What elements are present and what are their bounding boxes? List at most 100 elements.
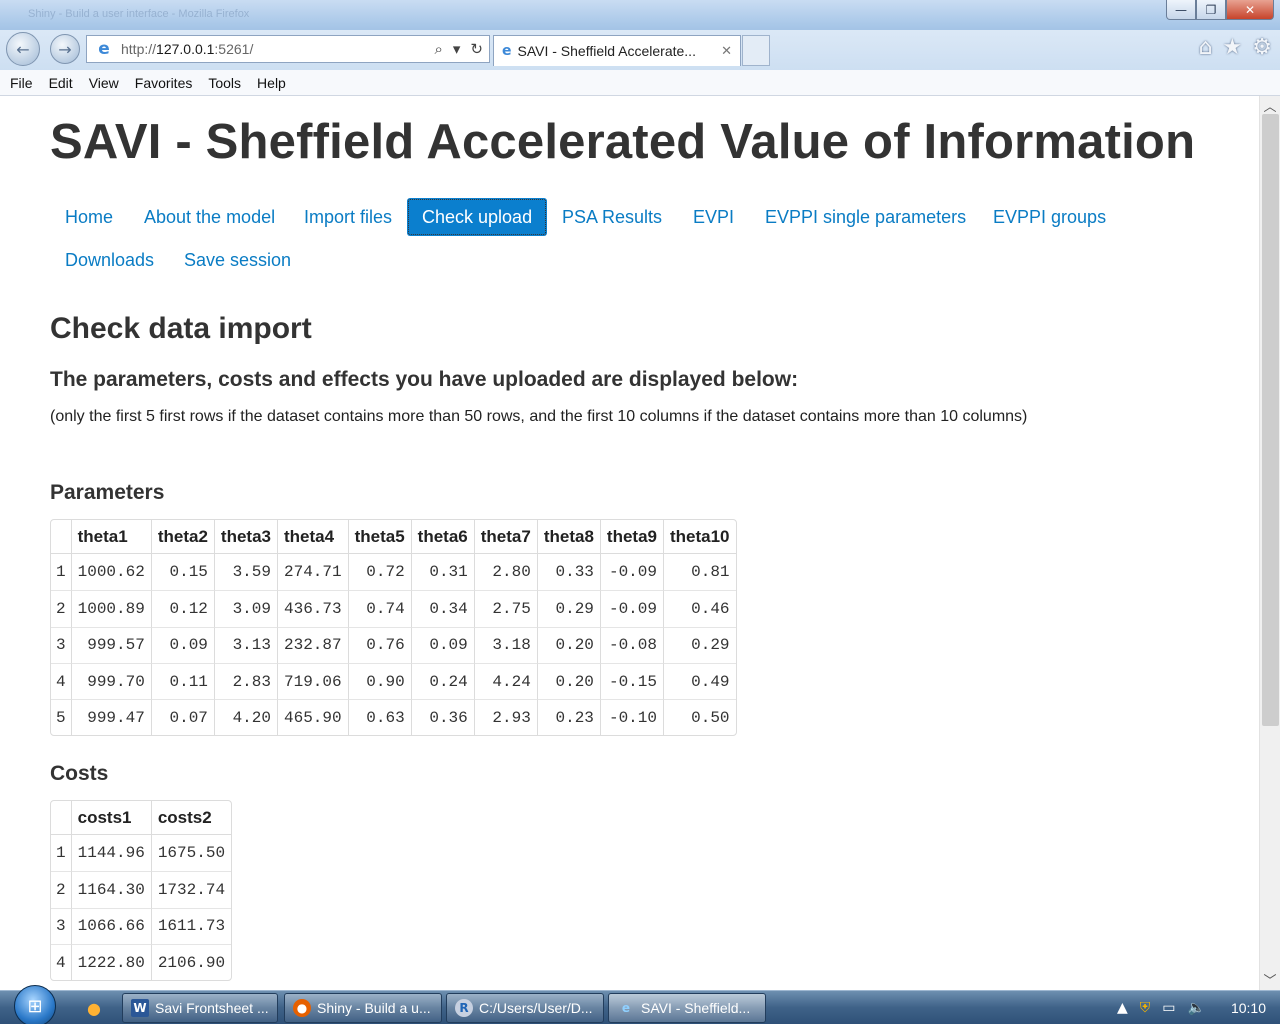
tab-save-session[interactable]: Save session	[169, 241, 306, 279]
row-index-cell: 1	[56, 844, 66, 863]
costs-column-header	[51, 801, 71, 835]
vertical-scrollbar[interactable]: ︿ ﹀	[1259, 96, 1280, 990]
table-cell: 1000.62	[70, 554, 151, 591]
show-hidden-icons-icon[interactable]: ▲	[1117, 1000, 1128, 1016]
table-cell: 1000.89	[70, 590, 151, 627]
start-button[interactable]: ⊞	[14, 985, 56, 1024]
tab-psa-results[interactable]: PSA Results	[547, 198, 677, 236]
table-row: 1 1000.62 0.15 3.59 274.71 0.72 0.31 2.80 0.33 -0…	[51, 554, 736, 591]
parameters-column-header	[51, 520, 71, 554]
table-cell: 465.90	[276, 699, 348, 736]
costs-title: Costs	[50, 762, 109, 785]
address-bar[interactable]: e http://127.0.0.1:5261/ ⌕ ▾ ↻	[86, 35, 490, 63]
close-window-button[interactable]: ✕	[1226, 0, 1274, 20]
clock[interactable]: 10:10	[1231, 1000, 1266, 1016]
row-index-cell: 4	[51, 943, 71, 980]
table-cell: -0.15	[599, 662, 663, 700]
forward-button[interactable]: →	[50, 34, 80, 64]
restore-button[interactable]: ❐	[1196, 0, 1226, 20]
tab-close-icon[interactable]: ✕	[721, 44, 732, 59]
taskbar-item-firefox[interactable]: ● Shiny - Build a u...	[284, 993, 442, 1023]
scroll-down-icon[interactable]: ﹀	[1260, 970, 1280, 990]
section-title: Check data import	[50, 312, 312, 345]
table-cell: 0.72	[347, 554, 411, 591]
taskbar-item-ie[interactable]: e SAVI - Sheffield...	[608, 993, 766, 1023]
url-text[interactable]: http://127.0.0.1:5261/	[121, 41, 253, 57]
table-cell: 0.24	[410, 662, 474, 700]
table-cell: 0.33	[536, 554, 600, 591]
dropdown-arrow-icon[interactable]: ▾	[453, 40, 461, 58]
scroll-up-icon[interactable]: ︿	[1260, 96, 1280, 116]
volume-icon[interactable]: 🔈	[1188, 1000, 1205, 1016]
menu-favorites[interactable]: Favorites	[135, 75, 193, 91]
taskbar-item-r[interactable]: R C:/Users/User/D...	[446, 993, 604, 1023]
tab-evpi[interactable]: EVPI	[678, 198, 749, 236]
security-shield-icon[interactable]: ⛨	[1140, 1000, 1151, 1016]
menu-file[interactable]: File	[10, 75, 33, 91]
table-cell: 4.20	[213, 699, 277, 736]
costs-column-header: costs2	[150, 801, 232, 835]
refresh-icon[interactable]: ↻	[470, 40, 483, 58]
table-cell: 1222.80	[70, 943, 151, 981]
table-cell: 1611.73	[150, 907, 232, 944]
back-button[interactable]: ←	[6, 32, 40, 66]
firefox-pinned-icon[interactable]: ●	[74, 994, 114, 1022]
menu-help[interactable]: Help	[257, 75, 286, 91]
browser-tab-active[interactable]: e SAVI - Sheffield Accelerate... ✕	[493, 35, 741, 66]
table-cell: 0.34	[410, 590, 474, 627]
section-note: (only the first 5 first rows if the data…	[50, 408, 1028, 425]
tab-downloads[interactable]: Downloads	[50, 241, 169, 279]
row-index-cell: 3	[51, 626, 71, 663]
ie-tab-icon: e	[502, 43, 512, 59]
windows-logo-icon: ⊞	[27, 995, 43, 1017]
table-cell: -0.09	[599, 590, 663, 627]
parameters-column-header: theta9	[599, 520, 663, 554]
table-cell: 3.13	[213, 626, 277, 663]
windows-taskbar: ⊞ ● W Savi Frontsheet ... ● Shiny - Buil…	[0, 985, 1280, 1024]
table-row: 1 1144.96 1675.50	[51, 835, 231, 872]
forward-arrow-icon: →	[58, 39, 72, 59]
favorites-star-icon[interactable]: ★	[1223, 35, 1243, 60]
tab-check-upload[interactable]: Check upload	[407, 198, 548, 236]
minimize-button[interactable]: —	[1166, 0, 1196, 20]
table-cell: 1144.96	[70, 835, 151, 872]
row-index-cell: 2	[51, 590, 71, 626]
table-cell: -0.10	[599, 699, 663, 736]
table-cell: 0.29	[662, 626, 736, 663]
browser-navbar: ← → e http://127.0.0.1:5261/ ⌕ ▾ ↻ e SAV…	[0, 30, 1280, 70]
menu-view[interactable]: View	[89, 75, 119, 91]
table-cell: -0.09	[599, 554, 663, 591]
table-cell: 719.06	[276, 662, 348, 700]
table-cell: 0.09	[150, 626, 214, 663]
new-tab-button[interactable]	[742, 35, 770, 66]
parameters-column-header: theta5	[347, 520, 411, 554]
tab-evppi-groups[interactable]: EVPPI groups	[978, 198, 1121, 236]
table-cell: 4.24	[473, 662, 537, 700]
table-cell: 2.80	[473, 554, 537, 591]
table-row: 3 1066.66 1611.73	[51, 907, 232, 944]
table-row: 2 1000.89 0.12 3.09 436.73 0.74 0.34 2.75 0.29 -0…	[51, 590, 736, 627]
window-titlebar: Shiny - Build a user interface - Mozilla…	[0, 0, 1280, 34]
settings-gear-icon[interactable]: ⚙	[1252, 35, 1272, 60]
table-cell: 274.71	[276, 554, 348, 591]
taskbar-item-word[interactable]: W Savi Frontsheet ...	[122, 993, 278, 1023]
home-icon[interactable]: ⌂	[1199, 35, 1213, 60]
menu-tools[interactable]: Tools	[208, 75, 241, 91]
table-cell: 999.57	[70, 626, 151, 663]
tab-about-the-model[interactable]: About the model	[129, 198, 290, 236]
table-cell: 2.93	[473, 699, 537, 736]
table-cell: 3.59	[213, 554, 277, 591]
network-icon[interactable]: ▭	[1162, 1000, 1175, 1016]
tab-evppi-single-parameters[interactable]: EVPPI single parameters	[750, 198, 981, 236]
parameters-column-header: theta1	[70, 520, 151, 554]
table-cell: 0.23	[536, 699, 600, 736]
parameters-column-header: theta4	[276, 520, 348, 554]
tab-home[interactable]: Home	[50, 198, 128, 236]
scrollbar-thumb[interactable]	[1262, 114, 1279, 726]
tab-import-files[interactable]: Import files	[289, 198, 407, 236]
menu-edit[interactable]: Edit	[49, 75, 73, 91]
search-icon[interactable]: ⌕	[434, 40, 442, 58]
table-cell: 0.36	[410, 699, 474, 736]
parameters-column-header: theta8	[536, 520, 600, 554]
costs-column-header: costs1	[70, 801, 151, 835]
